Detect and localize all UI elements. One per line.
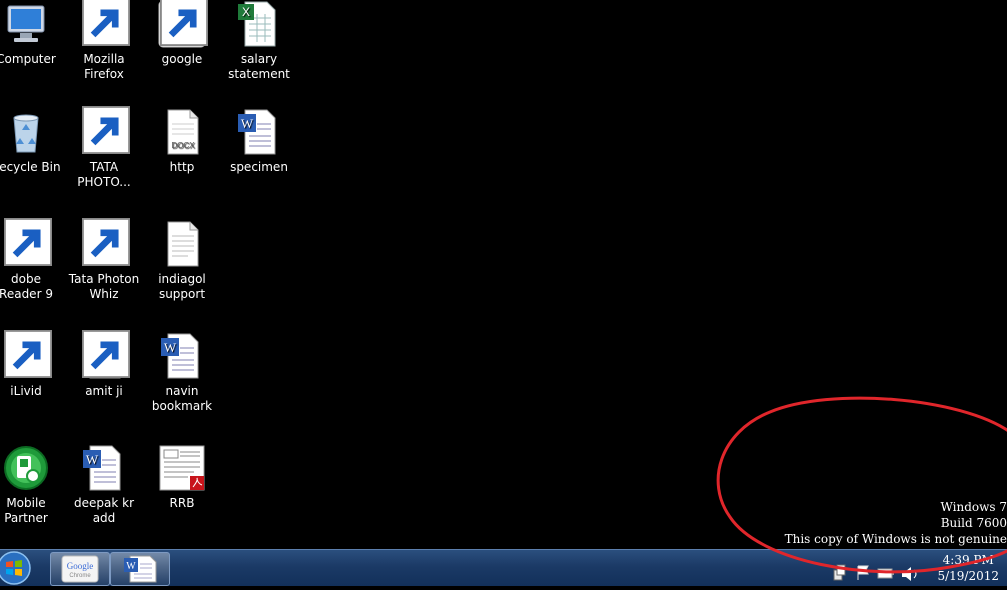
excel-file-icon: X bbox=[235, 0, 283, 48]
desktop-icon-label: Mobile Partner bbox=[4, 496, 48, 525]
desktop-icon-label: amit ji bbox=[85, 384, 123, 398]
pdf-file-icon bbox=[158, 444, 206, 492]
shortcut-arrow-icon bbox=[82, 218, 130, 266]
desktop-icon-mobile-partner[interactable]: Mobile Partner bbox=[0, 444, 64, 526]
computer-icon bbox=[2, 0, 50, 48]
desktop-icon-navin-bookmark[interactable]: W navin bookmark bbox=[144, 332, 220, 414]
desktop-icon-label: dobe Reader 9 bbox=[0, 272, 53, 301]
svg-text:W: W bbox=[86, 452, 99, 467]
word-icon: W bbox=[124, 555, 157, 583]
word-file-icon: W bbox=[235, 108, 283, 156]
tata-photon-icon: + bbox=[80, 106, 130, 156]
watermark-line2: Build 7600 bbox=[940, 516, 1007, 530]
desktop-icon-label: google bbox=[161, 52, 203, 66]
desktop-icon-tata-photon-whiz[interactable]: Tata Photon Whiz bbox=[66, 218, 142, 302]
svg-text:Chrome: Chrome bbox=[69, 573, 91, 579]
desktop-icon-label: deepak kr add bbox=[74, 496, 134, 525]
network-icon[interactable] bbox=[833, 564, 846, 581]
start-button[interactable] bbox=[0, 550, 36, 586]
desktop-icon-label: salary statement bbox=[228, 52, 290, 81]
shortcut-arrow-icon bbox=[4, 218, 52, 266]
docx-file-icon: DOCX bbox=[158, 108, 206, 156]
firefox-icon bbox=[80, 0, 130, 48]
desktop-icon-recycle-bin[interactable]: Recycle Bin bbox=[0, 108, 64, 175]
word-file-icon: W bbox=[158, 332, 206, 380]
action-center-flag-icon[interactable] bbox=[857, 565, 869, 580]
watermark-line3: This copy of Windows is not genuine bbox=[784, 532, 1007, 546]
desktop-icon-salary-statement[interactable]: X salary statement bbox=[221, 0, 297, 82]
svg-text:Google: Google bbox=[67, 561, 94, 571]
desktop-icon-tata-photon[interactable]: + TATA PHOTO... bbox=[66, 106, 142, 190]
desktop-icon-label: http bbox=[169, 160, 195, 174]
windows-build-watermark: Windows 7 Build 7600 This copy of Window… bbox=[785, 500, 1007, 546]
chrome-icon: Google Chrome bbox=[61, 555, 99, 583]
desktop-icon-label: Mozilla Firefox bbox=[83, 52, 125, 81]
desktop-icon-computer[interactable]: Computer bbox=[0, 0, 64, 67]
watermark-line1: Windows 7 bbox=[940, 500, 1007, 514]
desktop-icon-label: Tata Photon Whiz bbox=[68, 272, 140, 301]
windows-orb-icon bbox=[0, 551, 31, 585]
desktop-icon-ilivid[interactable]: iLivid bbox=[0, 330, 64, 399]
svg-text:W: W bbox=[164, 340, 177, 355]
desktop-icon-google[interactable]: Googlechrome google bbox=[144, 0, 220, 67]
adobe-reader-icon bbox=[2, 218, 52, 268]
clock-time: 4:39 PM bbox=[942, 553, 994, 567]
desktop-icon-label: Computer bbox=[0, 52, 56, 66]
photon-whiz-icon bbox=[80, 218, 130, 268]
shortcut-arrow-icon bbox=[82, 106, 130, 154]
volume-icon[interactable] bbox=[902, 567, 917, 581]
desktop-icon-label: Recycle Bin bbox=[0, 160, 61, 174]
taskbar-word-button[interactable]: W bbox=[110, 552, 170, 586]
desktop-icon-firefox[interactable]: Mozilla Firefox bbox=[66, 0, 142, 82]
svg-text:W: W bbox=[126, 561, 136, 572]
desktop-icon-label: RRB bbox=[169, 496, 195, 510]
desktop-icon-label: indiagol support bbox=[158, 272, 206, 301]
system-tray bbox=[828, 550, 928, 586]
clock-date: 5/19/2012 bbox=[937, 569, 999, 583]
desktop-icon-amit-ji[interactable]: W amit ji bbox=[66, 330, 142, 399]
shortcut-arrow-icon bbox=[160, 0, 208, 46]
taskbar-clock[interactable]: 4:39 PM 5/19/2012 bbox=[937, 552, 999, 584]
word-file-icon: W bbox=[80, 444, 128, 492]
chrome-icon: Googlechrome bbox=[158, 0, 208, 48]
svg-text:W: W bbox=[241, 116, 254, 131]
text-file-icon bbox=[158, 220, 206, 268]
desktop-icon-http[interactable]: DOCX http bbox=[144, 108, 220, 175]
desktop-icon-rrb[interactable]: RRB bbox=[144, 444, 220, 511]
desktop-icon-adobe-reader[interactable]: dobe Reader 9 bbox=[0, 218, 64, 302]
desktop-icon-label: TATA PHOTO... bbox=[77, 160, 131, 189]
svg-text:DOCX: DOCX bbox=[171, 141, 195, 150]
taskbar: Google Chrome W 4:39 PM 5/19/2012 bbox=[0, 549, 1007, 586]
ilivid-icon bbox=[2, 330, 52, 380]
desktop-icon-indiagol-support[interactable]: indiagol support bbox=[144, 220, 220, 302]
mobile-partner-icon bbox=[2, 444, 50, 492]
desktop-icon-label: iLivid bbox=[10, 384, 42, 398]
svg-text:X: X bbox=[242, 5, 250, 19]
desktop-icon-label: navin bookmark bbox=[151, 384, 213, 413]
shortcut-arrow-icon bbox=[4, 330, 52, 378]
desktop-icon-specimen[interactable]: W specimen bbox=[221, 108, 297, 175]
battery-icon[interactable] bbox=[877, 568, 894, 579]
desktop-icon-deepak-kr-add[interactable]: W deepak kr add bbox=[66, 444, 142, 526]
taskbar-chrome-button[interactable]: Google Chrome bbox=[50, 552, 110, 586]
word-file-icon: W bbox=[80, 330, 130, 380]
desktop: Computer Mozilla Firefox Googlechrome go… bbox=[0, 0, 1007, 549]
shortcut-arrow-icon bbox=[82, 0, 130, 46]
recycle-bin-icon bbox=[2, 108, 50, 156]
shortcut-arrow-icon bbox=[82, 330, 130, 378]
desktop-icon-label: specimen bbox=[230, 160, 288, 174]
